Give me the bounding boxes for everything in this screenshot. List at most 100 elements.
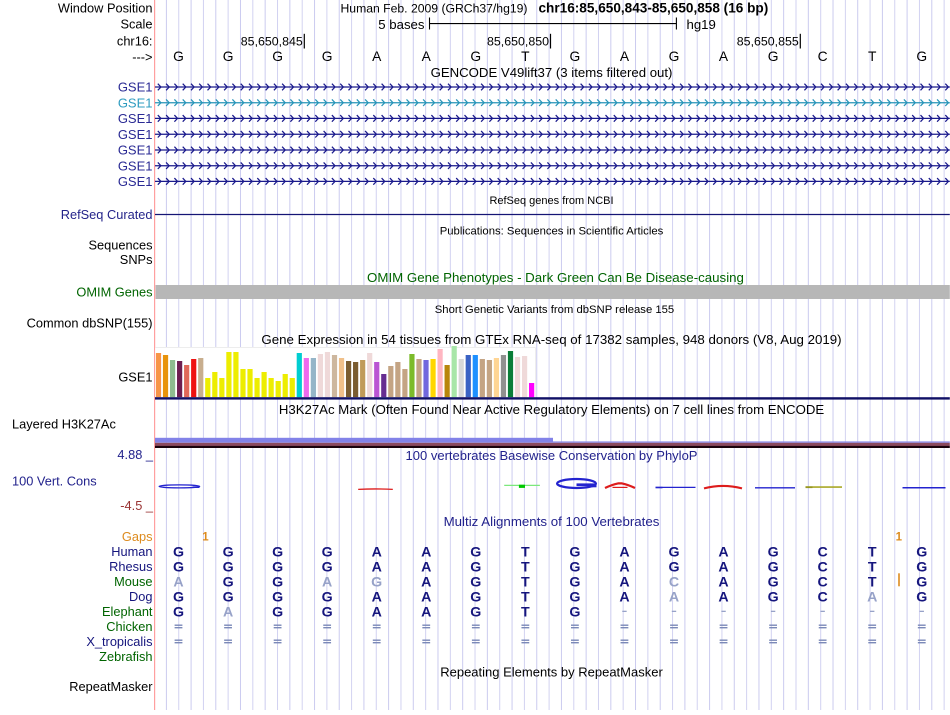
svg-text:A: A bbox=[867, 589, 877, 605]
svg-text:A: A bbox=[372, 604, 382, 620]
svg-text:G: G bbox=[470, 589, 481, 605]
svg-text:A: A bbox=[619, 574, 629, 590]
svg-text:A: A bbox=[718, 544, 728, 560]
svg-text:H3K27Ac Mark (Often Found Near: H3K27Ac Mark (Often Found Near Active Re… bbox=[279, 402, 825, 417]
svg-text:G: G bbox=[173, 604, 184, 620]
svg-text:G: G bbox=[272, 574, 283, 590]
svg-text:Dog: Dog bbox=[129, 589, 152, 604]
svg-text:Gene Expression in 54 tissues: Gene Expression in 54 tissues from GTEx … bbox=[261, 332, 841, 347]
svg-text:85,650,855: 85,650,855 bbox=[737, 35, 799, 49]
svg-text:G: G bbox=[173, 49, 184, 64]
svg-text:G: G bbox=[272, 49, 283, 64]
svg-text:100 vertebrates Basewise Conse: 100 vertebrates Basewise Conservation by… bbox=[406, 448, 698, 463]
svg-text:Scale: Scale bbox=[120, 17, 152, 32]
svg-text:G: G bbox=[569, 544, 580, 560]
svg-text:T: T bbox=[868, 49, 877, 64]
svg-text:G: G bbox=[173, 589, 184, 605]
svg-text:GENCODE V49lift37 (3 items fil: GENCODE V49lift37 (3 items filtered out) bbox=[431, 65, 673, 80]
svg-text:A: A bbox=[619, 544, 629, 560]
svg-text:G: G bbox=[569, 604, 580, 620]
svg-text:G: G bbox=[223, 544, 234, 560]
svg-text:G: G bbox=[768, 49, 779, 64]
svg-text:A: A bbox=[372, 589, 382, 605]
svg-text:Common dbSNP(155): Common dbSNP(155) bbox=[27, 316, 153, 331]
svg-text:G: G bbox=[569, 589, 580, 605]
svg-text:G: G bbox=[916, 559, 927, 575]
svg-text:T: T bbox=[521, 559, 530, 575]
svg-text:A: A bbox=[421, 574, 431, 590]
svg-text:X_tropicalis: X_tropicalis bbox=[86, 634, 152, 649]
svg-text:G: G bbox=[768, 589, 779, 605]
svg-text:G: G bbox=[668, 544, 679, 560]
svg-text:G: G bbox=[272, 589, 283, 605]
svg-text:Layered H3K27Ac: Layered H3K27Ac bbox=[12, 417, 116, 432]
svg-text:G: G bbox=[916, 544, 927, 560]
svg-text:Mouse: Mouse bbox=[114, 574, 152, 589]
svg-text:A: A bbox=[421, 604, 431, 620]
svg-text:chr16:85,650,843-85,650,858 (1: chr16:85,650,843-85,650,858 (16 bp) bbox=[539, 1, 769, 16]
svg-text:5 bases: 5 bases bbox=[378, 17, 425, 32]
svg-text:GSE1: GSE1 bbox=[118, 95, 153, 110]
svg-text:Chicken: Chicken bbox=[106, 619, 152, 634]
svg-text:G: G bbox=[470, 574, 481, 590]
svg-text:1: 1 bbox=[896, 532, 903, 544]
svg-text:G: G bbox=[569, 559, 580, 575]
svg-text:G: G bbox=[223, 49, 234, 64]
svg-text:G: G bbox=[322, 604, 333, 620]
svg-text:GSE1: GSE1 bbox=[118, 111, 153, 126]
svg-text:GSE1: GSE1 bbox=[118, 174, 153, 189]
svg-text:chr16:: chr16: bbox=[117, 33, 153, 48]
svg-text:A: A bbox=[718, 559, 728, 575]
svg-text:A: A bbox=[718, 574, 728, 590]
svg-text:Multiz Alignments of 100 Verte: Multiz Alignments of 100 Vertebrates bbox=[444, 514, 660, 529]
svg-text:RefSeq genes from NCBI: RefSeq genes from NCBI bbox=[489, 195, 613, 207]
svg-text:85,650,845: 85,650,845 bbox=[241, 35, 303, 49]
svg-text:A: A bbox=[322, 574, 332, 590]
svg-text:C: C bbox=[818, 49, 828, 64]
svg-text:G: G bbox=[322, 589, 333, 605]
svg-text:GSE1: GSE1 bbox=[118, 369, 152, 384]
svg-text:Repeating Elements by RepeatMa: Repeating Elements by RepeatMasker bbox=[440, 665, 663, 680]
svg-text:hg19: hg19 bbox=[687, 17, 716, 32]
svg-text:C: C bbox=[817, 589, 827, 605]
svg-text:Gaps: Gaps bbox=[122, 529, 153, 544]
svg-text:A: A bbox=[619, 559, 629, 575]
svg-text:1: 1 bbox=[202, 532, 209, 544]
svg-text:GSE1: GSE1 bbox=[118, 80, 153, 95]
svg-text:G: G bbox=[322, 559, 333, 575]
svg-text:G: G bbox=[470, 49, 481, 64]
svg-text:A: A bbox=[372, 544, 382, 560]
svg-text:C: C bbox=[817, 544, 827, 560]
svg-text:T: T bbox=[521, 589, 530, 605]
svg-text:A: A bbox=[421, 544, 431, 560]
svg-text:C: C bbox=[817, 574, 827, 590]
svg-text:Zebrafish: Zebrafish bbox=[99, 649, 152, 664]
svg-text:GSE1: GSE1 bbox=[118, 158, 153, 173]
svg-text:T: T bbox=[521, 49, 530, 64]
svg-text:G: G bbox=[916, 574, 927, 590]
svg-text:--->: ---> bbox=[132, 49, 152, 64]
svg-text:GSE1: GSE1 bbox=[118, 127, 153, 142]
svg-text:A: A bbox=[421, 559, 431, 575]
svg-text:A: A bbox=[719, 49, 729, 64]
svg-text:G: G bbox=[470, 604, 481, 620]
svg-text:-4.5 _: -4.5 _ bbox=[120, 498, 154, 513]
svg-text:4.88 _: 4.88 _ bbox=[117, 447, 153, 462]
svg-text:A: A bbox=[620, 49, 630, 64]
svg-text:Window Position: Window Position bbox=[58, 0, 153, 15]
svg-text:G: G bbox=[223, 559, 234, 575]
svg-text:G: G bbox=[916, 49, 927, 64]
svg-text:G: G bbox=[272, 544, 283, 560]
svg-text:Short Genetic Variants from db: Short Genetic Variants from dbSNP releas… bbox=[435, 304, 674, 316]
svg-text:G: G bbox=[223, 574, 234, 590]
svg-text:T: T bbox=[868, 544, 877, 560]
svg-text:A: A bbox=[372, 49, 382, 64]
svg-text:Human: Human bbox=[111, 544, 152, 559]
svg-text:G: G bbox=[768, 544, 779, 560]
svg-text:A: A bbox=[718, 589, 728, 605]
svg-text:A: A bbox=[372, 559, 382, 575]
svg-text:A: A bbox=[619, 589, 629, 605]
svg-text:G: G bbox=[669, 49, 680, 64]
svg-text:G: G bbox=[668, 559, 679, 575]
svg-text:GSE1: GSE1 bbox=[118, 143, 153, 158]
